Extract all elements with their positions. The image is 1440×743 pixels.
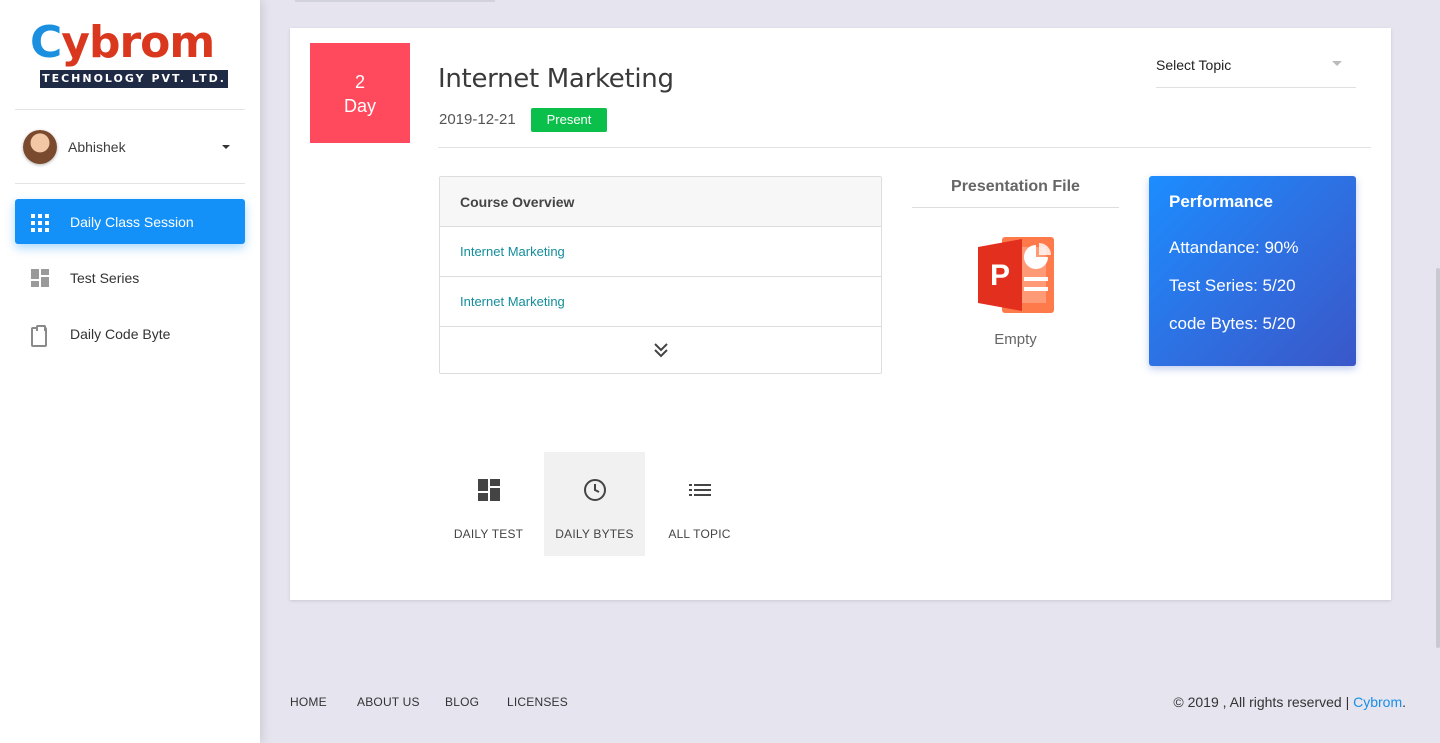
performance-code-bytes: code Bytes: 5/20 — [1169, 314, 1296, 333]
performance-heading: Performance — [1169, 192, 1273, 211]
tab-daily-test[interactable]: DAILY TEST — [438, 452, 539, 556]
sidebar-divider — [15, 109, 245, 110]
company-link[interactable]: Cybrom — [1353, 694, 1402, 710]
tab-label: DAILY TEST — [453, 527, 524, 541]
cybrom-logo[interactable]: Cybrom TECHNOLOGY PVT. LTD. — [30, 18, 230, 90]
presentation-divider — [912, 207, 1119, 208]
session-card: 2 Day Internet Marketing 2019-12-21 Pres… — [290, 28, 1391, 600]
topic-select-value: Select Topic — [1156, 57, 1232, 73]
day-label: Day — [343, 96, 376, 116]
sidebar-item-label: Daily Class Session — [70, 213, 194, 230]
sidebar: Cybrom TECHNOLOGY PVT. LTD. Abhishek Dai… — [0, 0, 260, 743]
logo-tagline: TECHNOLOGY PVT. LTD. — [40, 70, 228, 88]
course-overview-item[interactable]: Internet Marketing — [440, 227, 881, 277]
session-title: Internet Marketing — [438, 64, 674, 94]
clipboard-icon — [31, 324, 49, 347]
tab-all-topic[interactable]: ALL TOPIC — [649, 452, 750, 556]
footer-link-about-us[interactable]: ABOUT US — [357, 695, 420, 709]
performance-card: Performance Attandance: 90% Test Series:… — [1149, 176, 1356, 366]
page-scrollbar[interactable] — [1436, 268, 1440, 648]
user-menu[interactable]: Abhishek — [23, 129, 238, 165]
top-tab-stub — [295, 0, 495, 2]
chevron-double-down-icon — [654, 343, 668, 358]
show-more-button[interactable] — [440, 327, 881, 373]
clock-icon — [584, 479, 606, 501]
sidebar-item-test-series[interactable]: Test Series — [15, 255, 245, 300]
day-number: 2 — [354, 72, 365, 92]
apps-grid-icon — [31, 213, 49, 232]
copyright: © 2019 , All rights reserved | Cybrom. — [1173, 694, 1406, 710]
sidebar-item-label: Test Series — [70, 269, 140, 286]
presentation-heading: Presentation File — [951, 178, 1080, 195]
list-icon — [689, 484, 711, 496]
copyright-period: . — [1402, 694, 1406, 710]
logo-wordmark: Cybrom — [30, 17, 215, 68]
header-divider — [438, 147, 1371, 148]
sidebar-item-daily-class-session[interactable]: Daily Class Session — [15, 199, 245, 244]
topic-select[interactable]: Select Topic — [1156, 53, 1356, 88]
tab-label: DAILY BYTES — [555, 527, 634, 541]
footer-link-home[interactable]: HOME — [290, 695, 327, 709]
chevron-down-icon — [1332, 61, 1342, 66]
status-badge: Present — [531, 108, 607, 132]
course-overview-heading: Course Overview — [440, 177, 881, 227]
tab-daily-bytes[interactable]: DAILY BYTES — [544, 452, 645, 556]
dashboard-icon — [31, 268, 49, 287]
performance-attendance: Attandance: 90% — [1169, 238, 1299, 257]
svg-text:P: P — [990, 259, 1010, 292]
sidebar-divider — [15, 183, 245, 184]
sidebar-item-daily-code-byte[interactable]: Daily Code Byte — [15, 311, 245, 356]
course-overview-item[interactable]: Internet Marketing — [440, 277, 881, 327]
tab-label: ALL TOPIC — [668, 527, 731, 541]
sidebar-item-label: Daily Code Byte — [70, 325, 171, 342]
footer-link-blog[interactable]: BLOG — [445, 695, 479, 709]
session-date: 2019-12-21 — [439, 111, 516, 128]
user-name: Abhishek — [68, 139, 126, 155]
footer-link-licenses[interactable]: LICENSES — [507, 695, 568, 709]
caret-down-icon[interactable] — [222, 145, 230, 149]
avatar — [23, 130, 57, 164]
course-overview-panel: Course Overview Internet Marketing Inter… — [439, 176, 882, 374]
dashboard-icon — [478, 479, 500, 501]
copyright-text: © 2019 , All rights reserved | — [1173, 694, 1354, 710]
powerpoint-icon[interactable]: P — [976, 235, 1056, 315]
day-badge: 2 Day — [310, 43, 410, 143]
presentation-status: Empty — [994, 331, 1037, 348]
performance-test-series: Test Series: 5/20 — [1169, 276, 1296, 295]
